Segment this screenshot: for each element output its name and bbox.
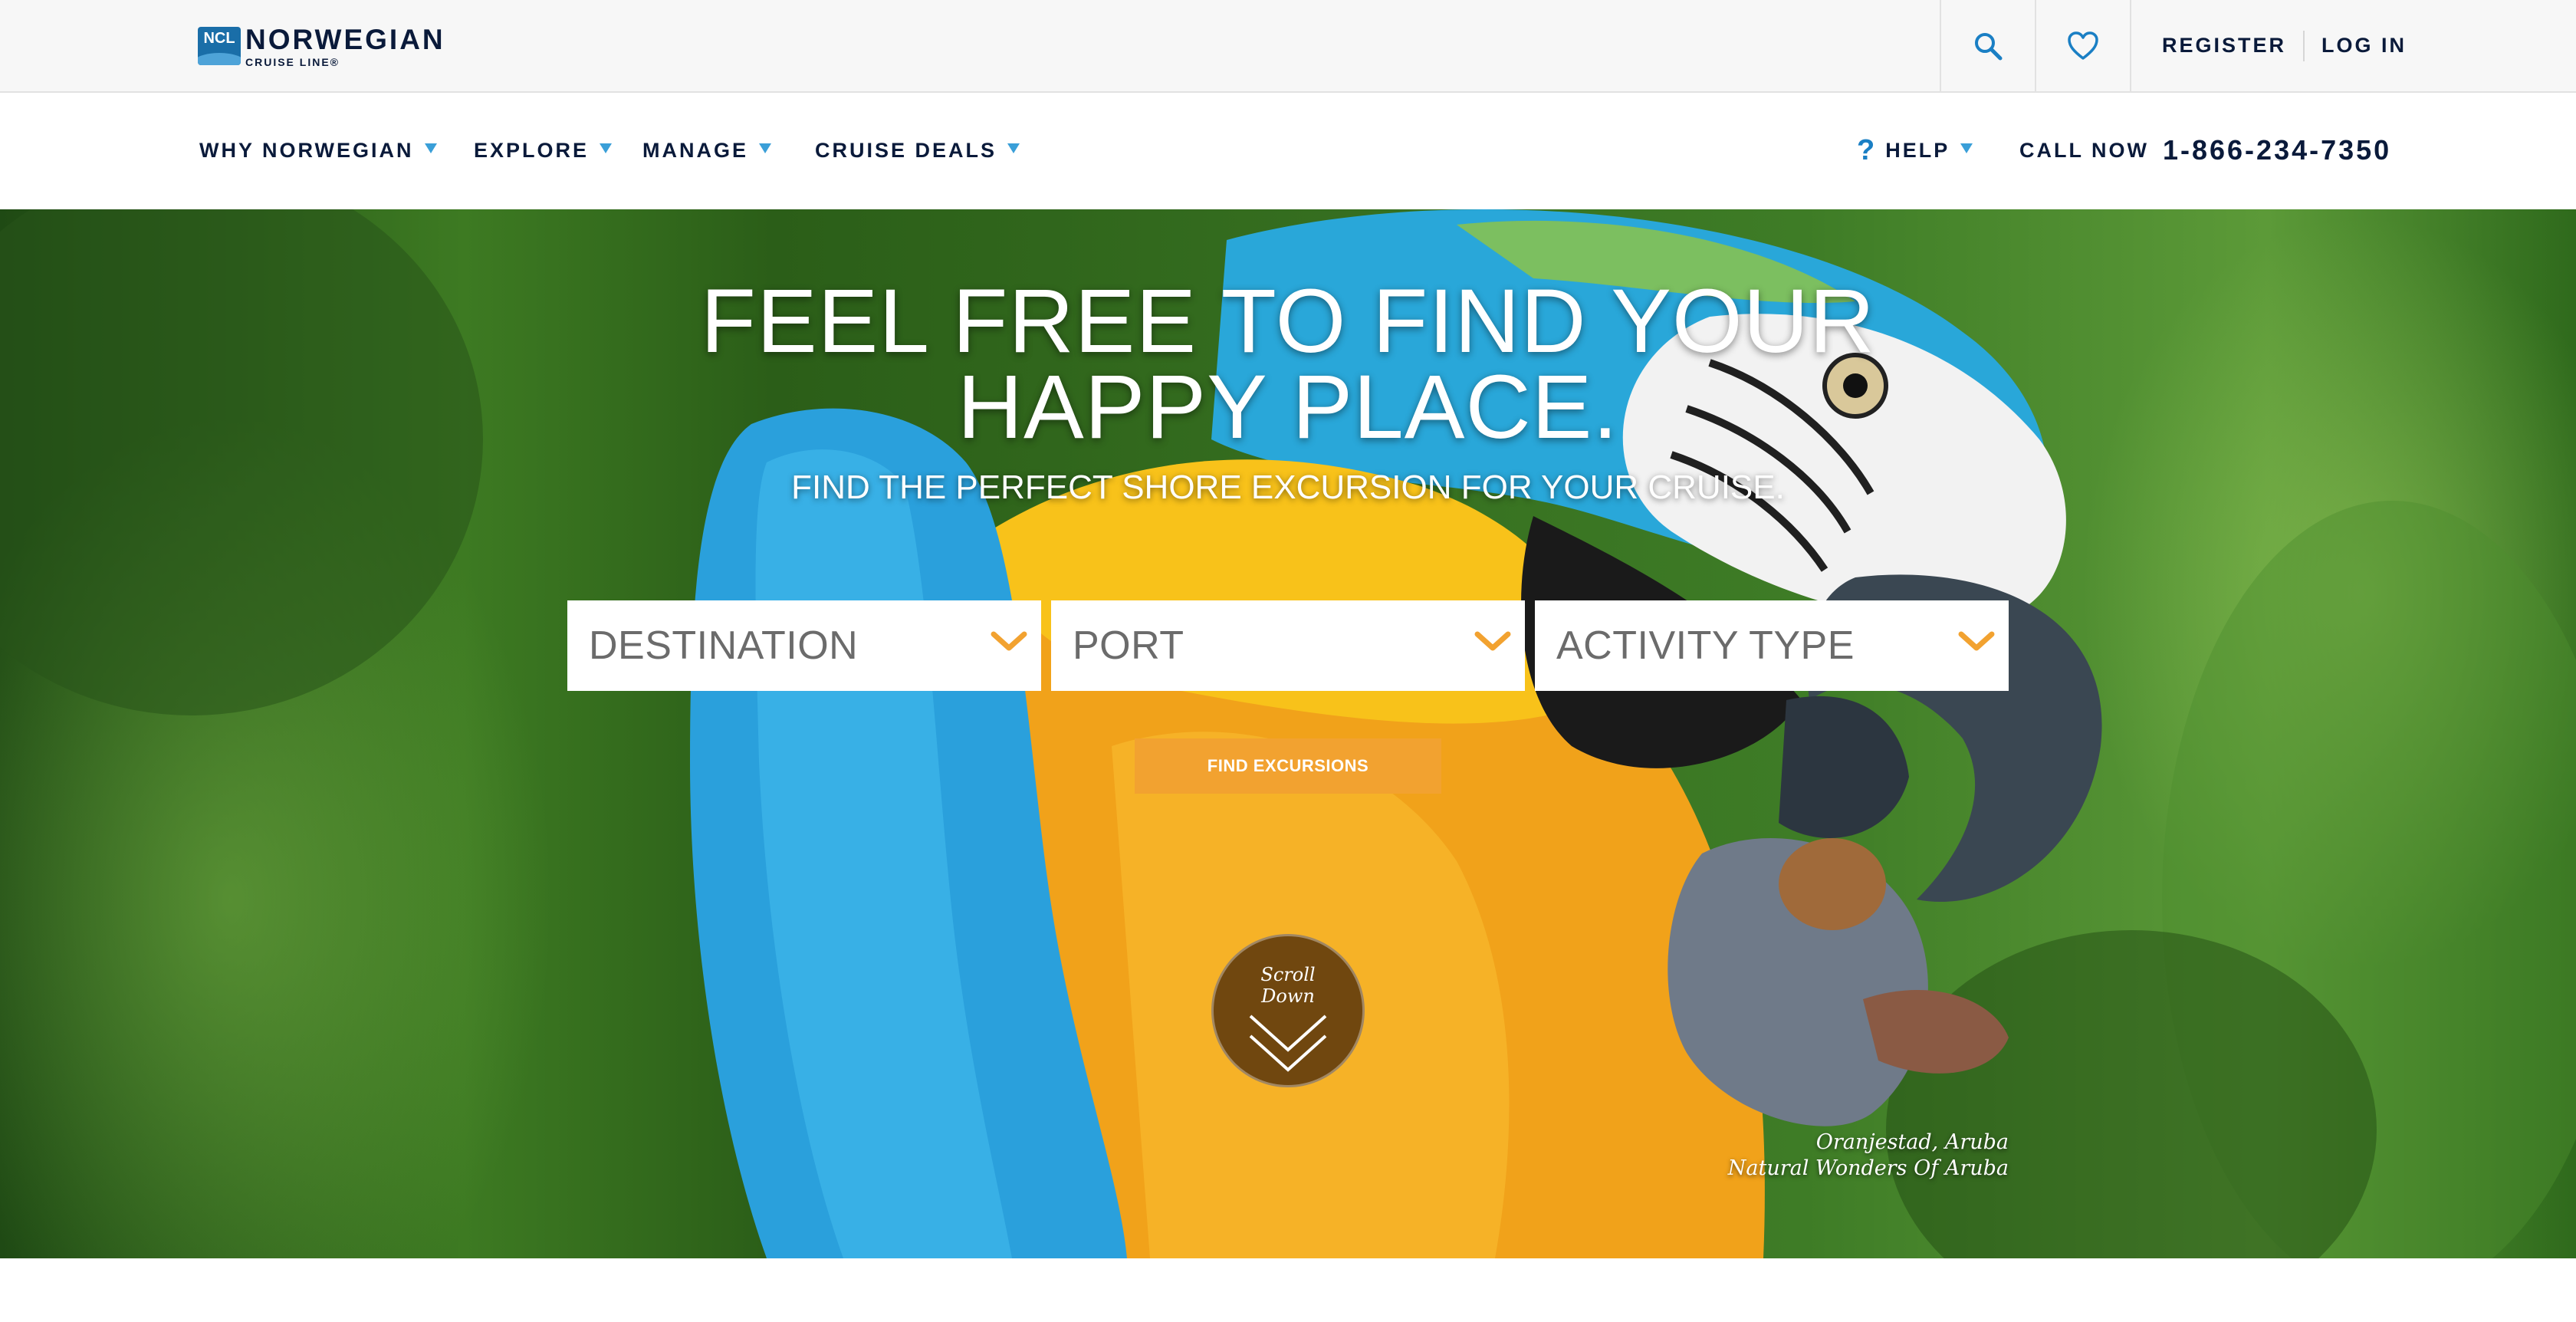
activity-type-select[interactable]: ACTIVITY TYPE: [1535, 600, 2009, 691]
nav-label: MANAGE: [642, 138, 748, 162]
heart-icon: [2068, 31, 2098, 60]
double-chevron-down-icon: [1249, 1015, 1327, 1072]
activity-type-select-value: ACTIVITY TYPE: [1556, 623, 1855, 668]
port-select[interactable]: PORT: [1051, 600, 1525, 691]
chevron-down-icon: [991, 631, 1027, 651]
nav-why-norwegian[interactable]: WHY NORWEGIAN: [199, 135, 437, 166]
caret-down-icon: [1007, 143, 1020, 153]
auth-divider: [2303, 30, 2305, 61]
caret-down-icon: [759, 143, 771, 153]
port-select-value: PORT: [1073, 623, 1184, 668]
call-now[interactable]: CALL NOW 1-866-234-7350: [2019, 134, 2391, 166]
ncl-badge-icon: NCL: [198, 27, 241, 65]
hero-subheadline: FIND THE PERFECT SHORE EXCURSION FOR YOU…: [791, 469, 1785, 506]
favorites-button[interactable]: [2035, 0, 2130, 91]
login-link[interactable]: LOG IN: [2321, 34, 2407, 58]
caret-down-icon: [1960, 143, 1973, 153]
scroll-down-line2: Down: [1261, 985, 1315, 1007]
scroll-down-line1: Scroll: [1260, 964, 1316, 985]
hero-headline: FEEL FREE TO FIND YOUR HAPPY PLACE.: [0, 271, 2576, 458]
nav-manage[interactable]: MANAGE: [642, 135, 771, 166]
nav-cruise-deals[interactable]: CRUISE DEALS: [815, 135, 1020, 166]
nav-help[interactable]: ? HELP: [1857, 133, 1973, 166]
phone-number[interactable]: 1-866-234-7350: [2163, 134, 2391, 166]
photo-caption-title: Natural Wonders Of Aruba: [1727, 1156, 2009, 1180]
logo-wordmark: NORWEGIAN: [245, 23, 445, 55]
search-button[interactable]: [1940, 0, 2035, 91]
hero-headline-line1: FEEL FREE TO FIND YOUR: [700, 271, 1876, 372]
nav-label: CRUISE DEALS: [815, 138, 997, 162]
caret-down-icon: [600, 143, 613, 153]
photo-caption-location: Oranjestad, Aruba: [1815, 1130, 2009, 1154]
utility-bar: NCL NORWEGIAN CRUISE LINE® REGISTER LOG …: [0, 0, 2576, 93]
find-excursions-button[interactable]: FIND EXCURSIONS: [1135, 738, 1441, 794]
hero-banner: FEEL FREE TO FIND YOUR HAPPY PLACE. FIND…: [0, 209, 2576, 1258]
photo-caption: Oranjestad, Aruba Natural Wonders Of Aru…: [1728, 1130, 2009, 1182]
chevron-down-icon: [1474, 631, 1511, 651]
register-link[interactable]: REGISTER: [2162, 34, 2286, 58]
destination-select-value: DESTINATION: [589, 623, 859, 668]
logo-badge-text: NCL: [203, 30, 235, 47]
scroll-down-label: Scroll Down: [1260, 964, 1315, 1007]
nav-label: WHY NORWEGIAN: [199, 138, 414, 162]
ncl-logo[interactable]: NCL NORWEGIAN CRUISE LINE®: [198, 25, 445, 67]
logo-subtitle: CRUISE LINE®: [245, 55, 340, 68]
nav-label: EXPLORE: [474, 138, 590, 162]
hero-headline-line2: HAPPY PLACE.: [957, 357, 1619, 458]
account-links: REGISTER LOG IN: [2130, 0, 2407, 91]
help-label: HELP: [1885, 138, 1950, 162]
call-now-label: CALL NOW: [2019, 138, 2149, 162]
scroll-down-button[interactable]: Scroll Down: [1211, 934, 1365, 1087]
nav-explore[interactable]: EXPLORE: [474, 135, 613, 166]
caret-down-icon: [424, 143, 437, 153]
chevron-down-icon: [1958, 631, 1995, 651]
search-icon: [1975, 32, 2003, 60]
help-icon: ?: [1857, 133, 1875, 166]
destination-select[interactable]: DESTINATION: [567, 600, 1041, 691]
main-nav: WHY NORWEGIAN EXPLORE MANAGE CRUISE DEAL…: [0, 93, 2576, 209]
